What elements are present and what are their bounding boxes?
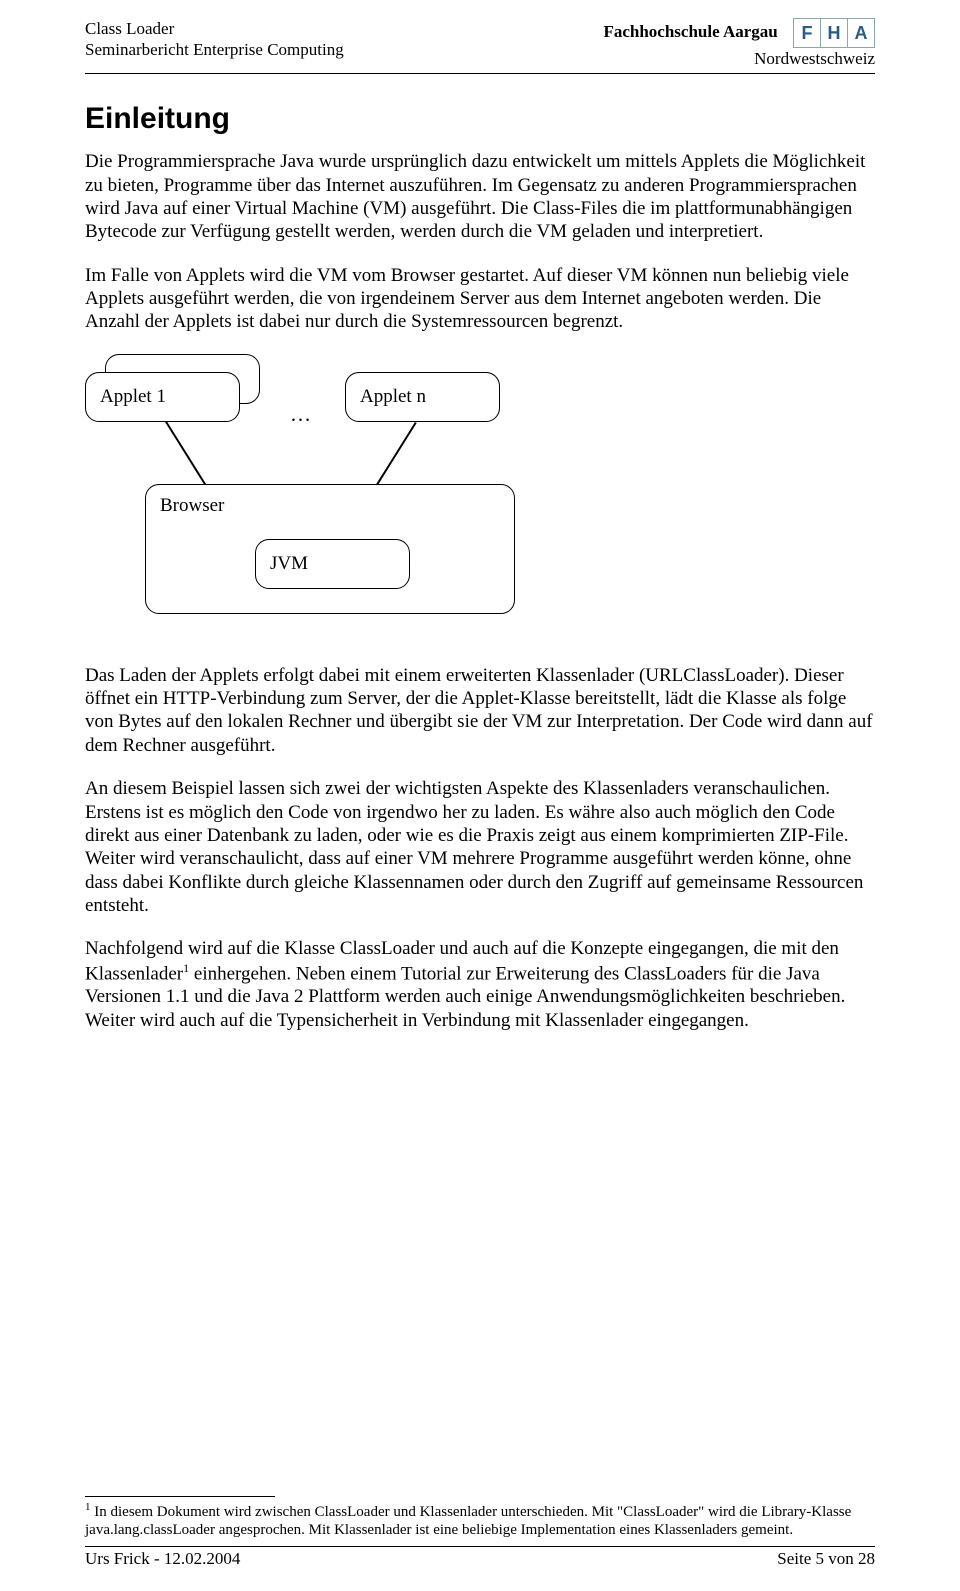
logo-letter-f: F <box>793 18 821 48</box>
logo-letter-h: H <box>820 18 848 48</box>
paragraph-3: Das Laden der Applets erfolgt dabei mit … <box>85 664 875 757</box>
paragraph-5: Nachfolgend wird auf die Klasse ClassLoa… <box>85 937 875 1032</box>
header-right-line1: Fachhochschule Aargau <box>603 22 777 41</box>
paragraph-1: Die Programmiersprache Java wurde ursprü… <box>85 150 875 243</box>
diagram-ellipsis: … <box>290 402 311 427</box>
diagram-appletn: Applet n <box>345 372 500 422</box>
diagram-browser-label: Browser <box>160 495 224 517</box>
applet-diagram: Applet 1 … Applet n Browser JVM <box>85 354 685 634</box>
page: Class Loader Seminarbericht Enterprise C… <box>0 0 960 1591</box>
page-title: Einleitung <box>85 102 875 136</box>
diagram-jvm: JVM <box>255 539 410 589</box>
footer-left: Urs Frick - 12.02.2004 <box>85 1549 240 1569</box>
diagram-applet1-label: Applet 1 <box>100 386 166 408</box>
header-right: Fachhochschule Aargau FHA Nordwestschwei… <box>603 18 875 69</box>
logo-letter-a: A <box>847 18 875 48</box>
paragraph-5b: einhergehen. Neben einem Tutorial zur Er… <box>85 963 845 1031</box>
footnote-1-text: In diesem Dokument wird zwischen ClassLo… <box>85 1504 851 1539</box>
paragraph-2: Im Falle von Applets wird die VM vom Bro… <box>85 264 875 334</box>
footer-area: 1 In diesem Dokument wird zwischen Class… <box>85 1496 875 1570</box>
footer-right: Seite 5 von 28 <box>777 1549 875 1569</box>
footnote-1: 1 In diesem Dokument wird zwischen Class… <box>85 1501 875 1541</box>
fha-logo: FHA <box>794 18 875 48</box>
page-header: Class Loader Seminarbericht Enterprise C… <box>85 0 875 74</box>
diagram-jvm-label: JVM <box>270 553 308 575</box>
diagram-applet1: Applet 1 <box>85 372 240 422</box>
footnote-separator <box>85 1496 275 1497</box>
header-right-line2: Nordwestschweiz <box>603 48 875 69</box>
header-left-line1: Class Loader <box>85 18 344 39</box>
header-left: Class Loader Seminarbericht Enterprise C… <box>85 18 344 61</box>
page-footer: Urs Frick - 12.02.2004 Seite 5 von 28 <box>85 1546 875 1569</box>
header-left-line2: Seminarbericht Enterprise Computing <box>85 39 344 60</box>
paragraph-4: An diesem Beispiel lassen sich zwei der … <box>85 777 875 917</box>
diagram-appletn-label: Applet n <box>360 386 426 408</box>
